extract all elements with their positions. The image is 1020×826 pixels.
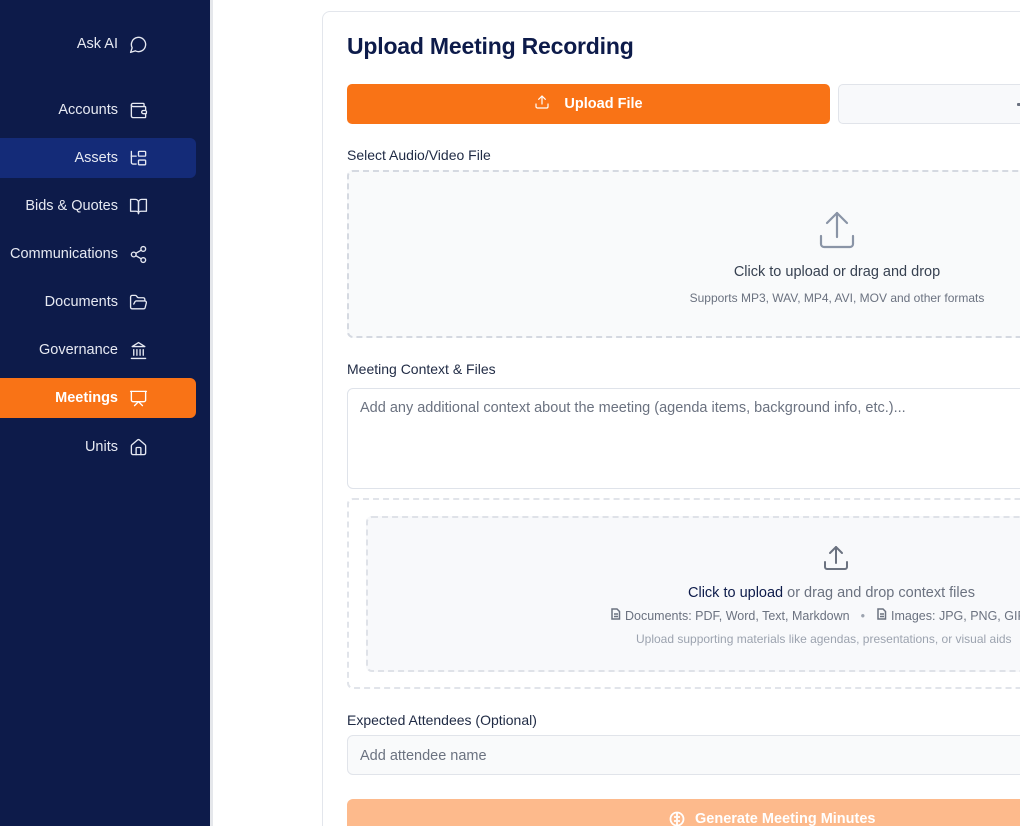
record-tab[interactable] [838, 84, 1020, 124]
context-files-zone: Click to upload or drag and drop context… [347, 498, 1020, 689]
context-help-text: Upload supporting materials like agendas… [636, 632, 1012, 646]
brain-icon [669, 811, 685, 826]
upload-icon [815, 208, 859, 252]
sidebar-item-label: Governance [39, 342, 118, 358]
sidebar-item-label: Accounts [58, 102, 118, 118]
sidebar-item-ask-ai[interactable]: Ask AI [0, 24, 196, 64]
generate-minutes-button[interactable]: Generate Meeting Minutes [347, 799, 1020, 826]
file-dropzone[interactable]: Click to upload or drag and drop Support… [347, 170, 1020, 338]
documents-types: Documents: PDF, Word, Text, Markdown [625, 608, 850, 623]
images-types: Images: JPG, PNG, GIF [891, 608, 1020, 623]
upload-file-label: Upload File [564, 96, 643, 112]
attendees-section-label: Expected Attendees (Optional) [347, 712, 537, 728]
generate-minutes-label: Generate Meeting Minutes [695, 811, 876, 826]
tree-structure-icon [128, 148, 148, 168]
upload-icon [821, 543, 851, 573]
attendee-name-input[interactable]: Add attendee name [347, 735, 1020, 775]
context-file-dropzone[interactable]: Click to upload or drag and drop context… [366, 516, 1020, 672]
sidebar-item-label: Meetings [55, 390, 118, 406]
sidebar-item-communications[interactable]: Communications [0, 234, 196, 274]
sidebar-item-governance[interactable]: Governance [0, 330, 196, 370]
document-icon [610, 608, 621, 623]
context-upload-link[interactable]: Click to upload [688, 585, 783, 601]
wallet-icon [128, 100, 148, 120]
presentation-icon [128, 388, 148, 408]
context-textarea[interactable]: Add any additional context about the mee… [347, 388, 1020, 489]
page-title: Upload Meeting Recording [347, 33, 634, 59]
context-upload-text: Click to upload or drag and drop context… [688, 585, 975, 601]
sidebar-item-meetings[interactable]: Meetings [0, 378, 196, 418]
context-file-types: Documents: PDF, Word, Text, Markdown • I… [610, 608, 1020, 623]
upload-icon [534, 94, 550, 114]
chat-bubble-icon [128, 34, 148, 54]
sidebar-item-bids-quotes[interactable]: Bids & Quotes [0, 186, 196, 226]
sidebar-item-label: Communications [10, 246, 118, 262]
types-separator: • [860, 608, 866, 623]
landmark-icon [128, 340, 148, 360]
sidebar-item-units[interactable]: Units [0, 427, 196, 467]
sidebar-item-documents[interactable]: Documents [0, 282, 196, 322]
book-open-icon [128, 196, 148, 216]
share-icon [128, 244, 148, 264]
context-section-label: Meeting Context & Files [347, 361, 496, 377]
document-icon [876, 608, 887, 623]
context-upload-rest: or drag and drop context files [783, 585, 975, 601]
dropzone-text: Click to upload or drag and drop [733, 264, 941, 280]
sidebar-item-label: Documents [44, 294, 118, 310]
sidebar-item-label: Units [84, 439, 118, 455]
sidebar-item-label: Assets [74, 150, 118, 166]
sidebar: Ask AI Accounts Assets Bids & Quotes Com… [0, 0, 210, 826]
home-icon [128, 437, 148, 457]
sidebar-item-assets[interactable]: Assets [0, 138, 196, 178]
sidebar-item-label: Ask AI [76, 36, 118, 52]
file-section-label: Select Audio/Video File [347, 147, 491, 163]
folder-open-icon [128, 292, 148, 312]
upload-file-tab[interactable]: Upload File [347, 84, 830, 124]
sidebar-item-label: Bids & Quotes [25, 198, 118, 214]
sidebar-item-accounts[interactable]: Accounts [0, 90, 196, 130]
dropzone-formats: Supports MP3, WAV, MP4, AVI, MOV and oth… [689, 291, 985, 305]
